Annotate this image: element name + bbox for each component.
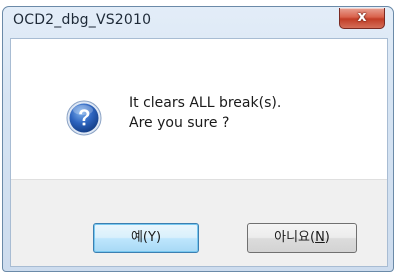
message-line-1: It clears ALL break(s). <box>129 95 282 111</box>
dialog-body: It clears ALL break(s). Are you sure ? 예… <box>10 38 388 267</box>
message-line-2: Are you sure ? <box>129 115 230 131</box>
close-icon: x <box>357 9 367 25</box>
no-button-label-prefix: 아니요( <box>274 230 316 245</box>
title-bar[interactable]: OCD2_dbg_VS2010 x <box>3 7 393 37</box>
button-bar: 예(Y) 아니요(N) <box>11 179 387 266</box>
question-icon <box>66 100 102 136</box>
close-button[interactable]: x <box>339 8 385 29</box>
no-button-mnemonic: N <box>315 230 325 245</box>
message-dialog: OCD2_dbg_VS2010 x It clears ALL break(s)… <box>2 6 394 272</box>
window-title: OCD2_dbg_VS2010 <box>13 12 152 28</box>
no-button-label-suffix: ) <box>324 230 330 245</box>
message-area: It clears ALL break(s). Are you sure ? <box>11 39 387 179</box>
yes-button-label: 예(Y) <box>130 230 162 245</box>
message-text: It clears ALL break(s). Are you sure ? <box>129 93 281 133</box>
yes-button[interactable]: 예(Y) <box>93 223 199 253</box>
screen: OCD2_dbg_VS2010 x It clears ALL break(s)… <box>0 0 404 275</box>
no-button[interactable]: 아니요(N) <box>247 223 357 253</box>
